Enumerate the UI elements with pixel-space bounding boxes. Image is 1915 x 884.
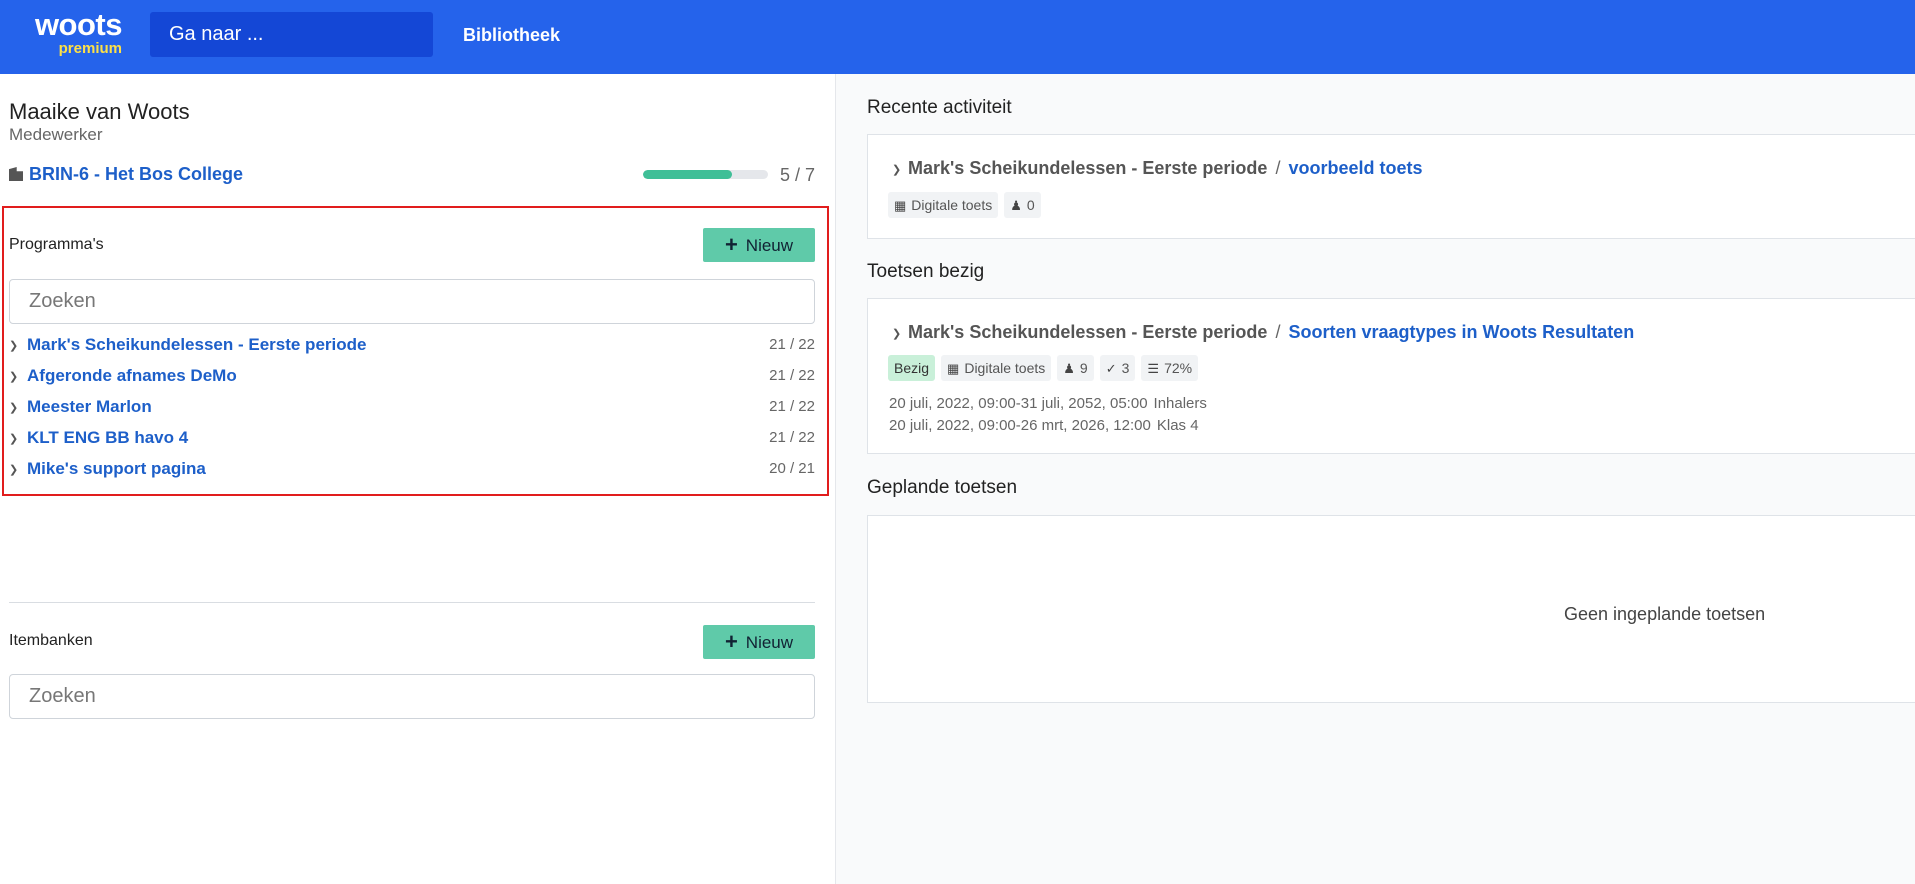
in-progress-title: Toetsen bezig <box>867 261 985 282</box>
new-program-button[interactable]: + Nieuw <box>703 228 815 262</box>
itembanks-search-input[interactable]: Zoeken <box>9 674 815 719</box>
program-count: 21 / 22 <box>769 336 815 353</box>
assignment-link[interactable]: Soorten vraagtypes in Woots Resultaten <box>1288 322 1634 342</box>
goto-search-input[interactable]: Ga naar ... <box>150 12 433 57</box>
program-count: 20 / 21 <box>769 460 815 477</box>
participants-count: 0 <box>1026 197 1035 213</box>
schedule-row: 20 juli, 2022, 09:00-26 mrt, 2026, 12:00… <box>889 415 1199 437</box>
status-badge: Bezig <box>888 355 936 381</box>
itembanks-title: Itembanken <box>9 632 93 649</box>
new-itembank-button[interactable]: + Nieuw <box>703 625 815 659</box>
program-link[interactable]: KLT ENG BB havo 4 <box>27 428 188 447</box>
course-link[interactable]: Mark's Scheikundelessen - Eerste periode <box>908 322 1267 342</box>
section-divider <box>9 602 815 603</box>
in-progress-breadcrumb: ❯ Mark's Scheikundelessen - Eerste period… <box>892 320 1634 346</box>
graded-percentage: 72% <box>1164 360 1193 376</box>
recent-activity-title: Recente activiteit <box>867 97 1012 118</box>
license-progress-text: 5 / 7 <box>780 165 816 185</box>
planned-tests-card: Geen ingeplande toetsen <box>867 515 1915 703</box>
license-progress-bar <box>643 170 768 179</box>
type-label: Digitale toets <box>911 197 993 213</box>
participants-count: 9 <box>1079 360 1088 376</box>
empty-state-text: Geen ingeplande toetsen <box>1564 604 1766 624</box>
organization-link[interactable]: BRIN-6 - Het Bos College <box>29 164 243 184</box>
program-list-item[interactable]: ❯ Meester Marlon 21 / 22 <box>9 393 815 421</box>
program-link[interactable]: Meester Marlon <box>27 397 152 416</box>
right-panel: Recente activiteit ❯ Mark's Scheikundeles… <box>835 74 1915 884</box>
new-program-label: Nieuw <box>745 236 794 255</box>
program-list-item[interactable]: ❯ Afgeronde afnames DeMo 21 / 22 <box>9 362 815 390</box>
users-icon: ♟ <box>1010 198 1022 213</box>
in-progress-card: ❯ Mark's Scheikundelessen - Eerste period… <box>867 298 1915 454</box>
type-label: Digitale toets <box>964 360 1046 376</box>
recent-activity-card: ❯ Mark's Scheikundelessen - Eerste period… <box>867 134 1915 239</box>
building-icon <box>9 167 23 181</box>
chevron-right-icon: ❯ <box>9 340 19 352</box>
participants-chip: ♟ 0 <box>1004 192 1041 218</box>
chevron-right-icon: ❯ <box>9 464 19 476</box>
schedule-label: Inhalers <box>1153 395 1207 412</box>
graded-chip: ☰ 72% <box>1141 355 1199 381</box>
organization-row: BRIN-6 - Het Bos College <box>9 162 243 188</box>
programs-search-input[interactable]: Zoeken <box>9 279 815 324</box>
shield-check-icon: ✓ <box>1105 361 1117 376</box>
program-count: 21 / 22 <box>769 429 815 446</box>
chevron-right-icon: ❯ <box>9 433 19 445</box>
schedule-row: 20 juli, 2022, 09:00-31 juli, 2052, 05:0… <box>889 393 1207 415</box>
progress-fill <box>643 170 733 179</box>
new-itembank-label: Nieuw <box>745 633 794 652</box>
in-progress-chips: Bezig ▦ Digitale toets ♟ 9 ✓ 3 ☰ 72% <box>888 355 1199 381</box>
program-link[interactable]: Mike's support pagina <box>27 459 206 478</box>
plus-icon: + <box>724 629 738 654</box>
program-list-item[interactable]: ❯ KLT ENG BB havo 4 21 / 22 <box>9 424 815 452</box>
left-panel: Maaike van Woots Medewerker BRIN-6 - Het… <box>0 74 835 884</box>
chevron-right-icon: ❯ <box>892 328 902 340</box>
recent-breadcrumb: ❯ Mark's Scheikundelessen - Eerste period… <box>892 156 1422 182</box>
program-link[interactable]: Mark's Scheikundelessen - Eerste periode <box>27 335 366 354</box>
plus-icon: + <box>724 232 738 257</box>
chevron-right-icon: ❯ <box>9 371 19 383</box>
submitted-count: 3 <box>1121 360 1130 376</box>
users-icon: ♟ <box>1063 361 1075 376</box>
submitted-chip: ✓ 3 <box>1099 355 1136 381</box>
program-link[interactable]: Afgeronde afnames DeMo <box>27 366 237 385</box>
planned-tests-title: Geplande toetsen <box>867 477 1018 498</box>
schedule-label: Klas 4 <box>1156 417 1199 434</box>
type-chip: ▦ Digitale toets <box>941 355 1052 381</box>
logo-tier: premium <box>58 40 122 57</box>
program-list-item[interactable]: ❯ Mike's support pagina 20 / 21 <box>9 455 815 483</box>
user-role: Medewerker <box>9 125 103 144</box>
course-link[interactable]: Mark's Scheikundelessen - Eerste periode <box>908 158 1267 178</box>
recent-chips: ▦ Digitale toets ♟ 0 <box>888 192 1041 218</box>
chevron-right-icon: ❯ <box>892 164 902 176</box>
program-list-item[interactable]: ❯ Mark's Scheikundelessen - Eerste period… <box>9 331 815 359</box>
nav-link-library[interactable]: Bibliotheek <box>463 23 560 47</box>
grid-icon: ▦ <box>947 361 960 376</box>
user-name: Maaike van Woots <box>9 99 190 124</box>
top-navigation-bar: woots premium Ga naar ... Bibliotheek <box>0 0 1915 74</box>
participants-chip: ♟ 9 <box>1057 355 1094 381</box>
program-count: 21 / 22 <box>769 398 815 415</box>
type-chip: ▦ Digitale toets <box>888 192 999 218</box>
schedule-period: 20 juli, 2022, 09:00-31 juli, 2052, 05:0… <box>889 395 1148 412</box>
clipboard-search-icon: ☰ <box>1147 361 1160 376</box>
logo-wordmark: woots <box>34 7 123 42</box>
schedule-period: 20 juli, 2022, 09:00-26 mrt, 2026, 12:00 <box>889 417 1151 434</box>
programs-title: Programma's <box>9 236 104 253</box>
woots-logo[interactable]: woots premium <box>22 7 123 58</box>
breadcrumb-separator: / <box>1275 322 1281 342</box>
grid-icon: ▦ <box>894 198 907 213</box>
program-count: 21 / 22 <box>769 367 815 384</box>
chevron-right-icon: ❯ <box>9 402 19 414</box>
breadcrumb-separator: / <box>1275 158 1281 178</box>
assignment-link[interactable]: voorbeeld toets <box>1288 158 1422 178</box>
